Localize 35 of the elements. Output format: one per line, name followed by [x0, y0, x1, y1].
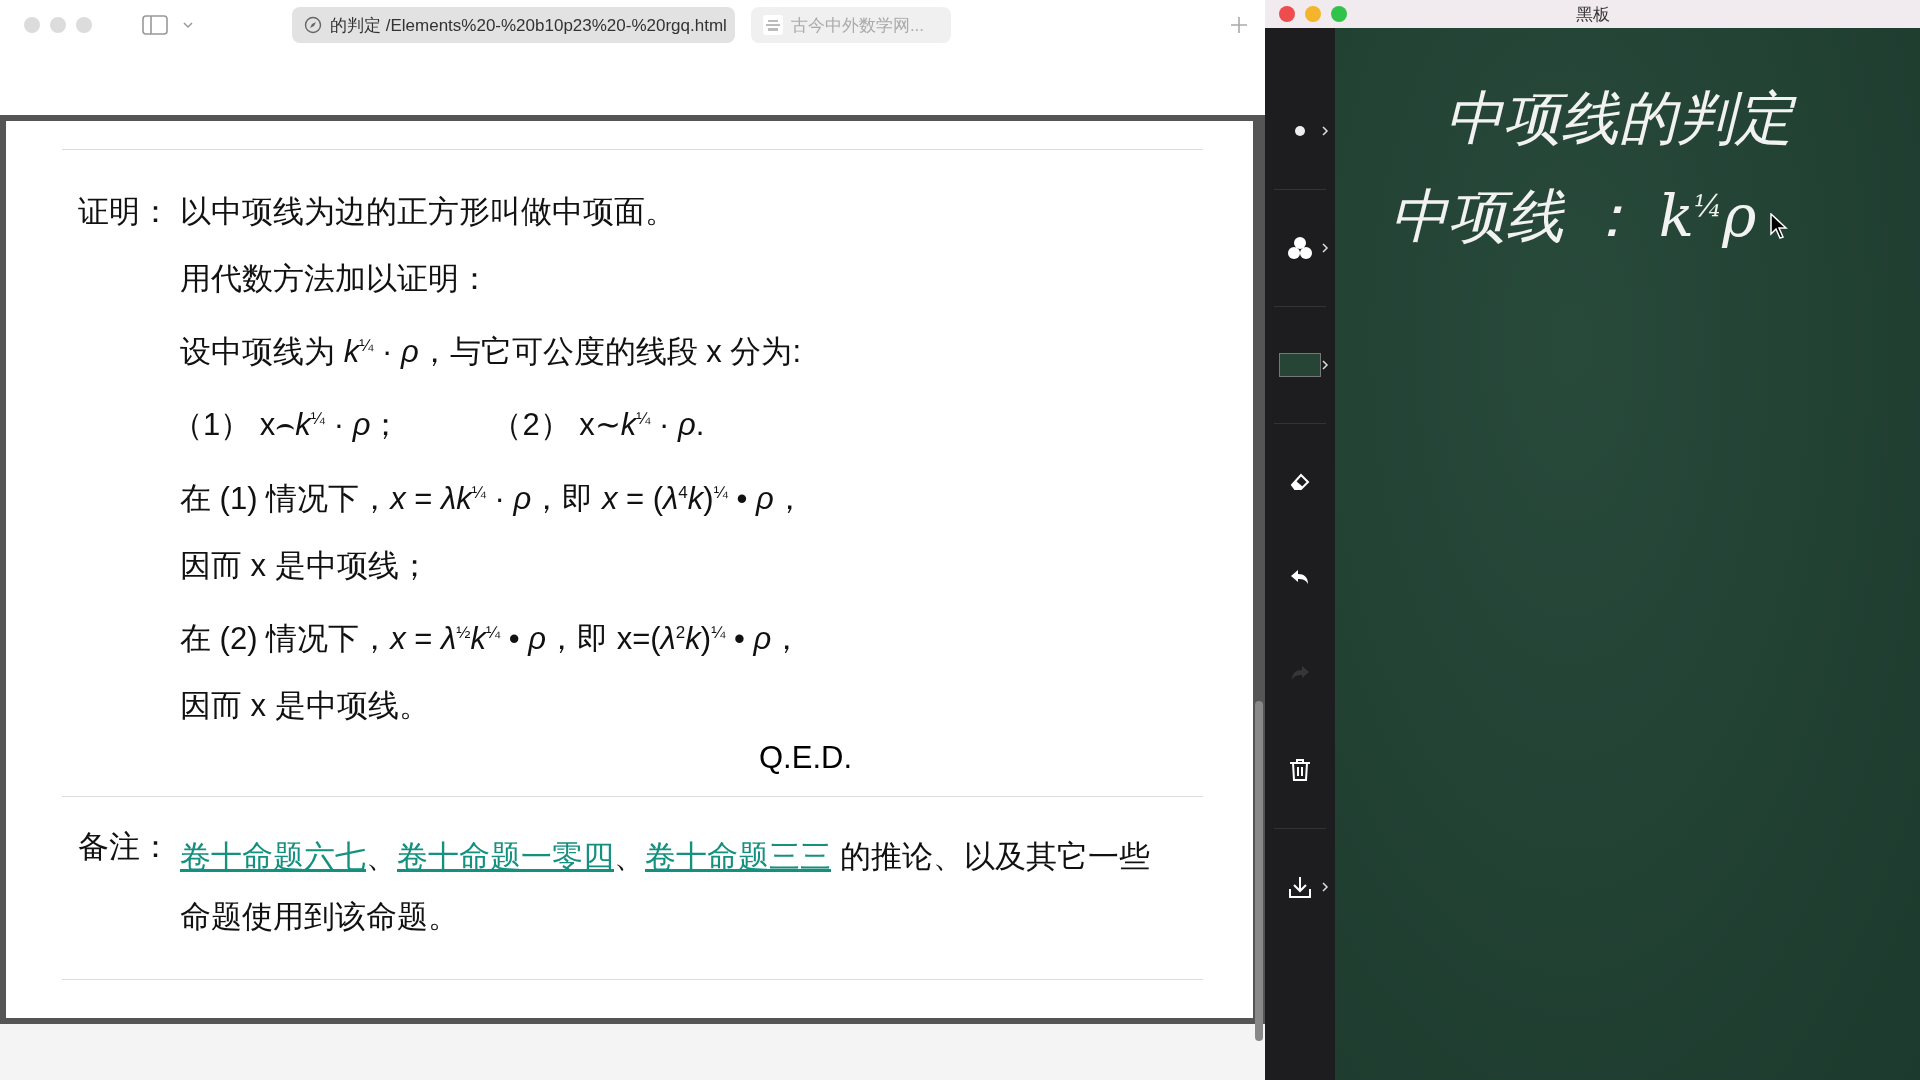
site-icon [762, 15, 783, 35]
proposition-link[interactable]: 卷十命题一零四 [397, 839, 614, 875]
cursor-icon [1770, 213, 1788, 239]
note-text: 卷十命题六七、卷十命题一零四、卷十命题三三 的推论、以及其它一些命题使用到该命题。 [180, 838, 1151, 937]
download-icon[interactable] [1288, 875, 1312, 899]
proposition-link[interactable]: 卷十命题三三 [645, 839, 831, 875]
proof-label: 证明： [78, 193, 172, 231]
undo-icon[interactable] [1290, 570, 1310, 586]
case-formula: （2） x∼k$^{¼}$ · ρ. [491, 406, 705, 445]
color-palette-icon[interactable] [1287, 236, 1313, 260]
chalk-writing: 中项线 ： k$^{¼}$ρ [1390, 181, 1757, 253]
browser-tab[interactable]: 的判定 /Elements%20-%20b10p23%20-%20rgq.html [292, 7, 735, 43]
proof-line: 以中项线为边的正方形叫做中项面。 [180, 193, 677, 231]
case-formula: （1） x⌢k$^{¼}$ · ρ； [172, 406, 402, 445]
proof-line: 在 (1) 情况下，x = λk$^{¼}$ · ρ，即 x = (λ$^{4}$k)$^{¼}$ • ρ， [180, 480, 805, 518]
proposition-link[interactable]: 卷十命题六七 [180, 839, 366, 875]
note-label: 备注： [78, 828, 172, 867]
compass-icon [304, 16, 322, 34]
zoom-button[interactable] [1331, 6, 1347, 22]
proof-line: 用代数方法加以证明： [180, 260, 491, 298]
new-tab-icon[interactable] [1229, 15, 1249, 35]
trash-icon[interactable] [1289, 758, 1311, 782]
browser-tab[interactable]: 古今中外数学网... [750, 7, 951, 43]
window-title: 黑板 [1575, 3, 1610, 26]
proof-line: 因而 x 是中项线。 [180, 687, 431, 726]
sidebar-icon[interactable] [142, 15, 168, 35]
eraser-icon[interactable] [1289, 472, 1311, 492]
proof-line: 在 (2) 情况下，x = λ$^{½}$k$^{¼}$ • ρ，即 x=(λ$^{2}$k)$^{¼}$ • ρ， [180, 620, 804, 659]
blackboard[interactable]: 中项线的判定 中项线 ： k$^{¼}$ρ [1335, 28, 1920, 1080]
scrollbar[interactable] [1255, 701, 1263, 1041]
close-button[interactable] [1279, 6, 1295, 22]
proof-line: 因而 x 是中项线； [180, 547, 431, 585]
qed-text: Q.E.D. [759, 740, 852, 776]
pen-size-icon[interactable] [1294, 125, 1306, 137]
proof-line: 设中项线为 k$^{¼}$ · ρ，与它可公度的线段 x 分为: [180, 333, 802, 372]
